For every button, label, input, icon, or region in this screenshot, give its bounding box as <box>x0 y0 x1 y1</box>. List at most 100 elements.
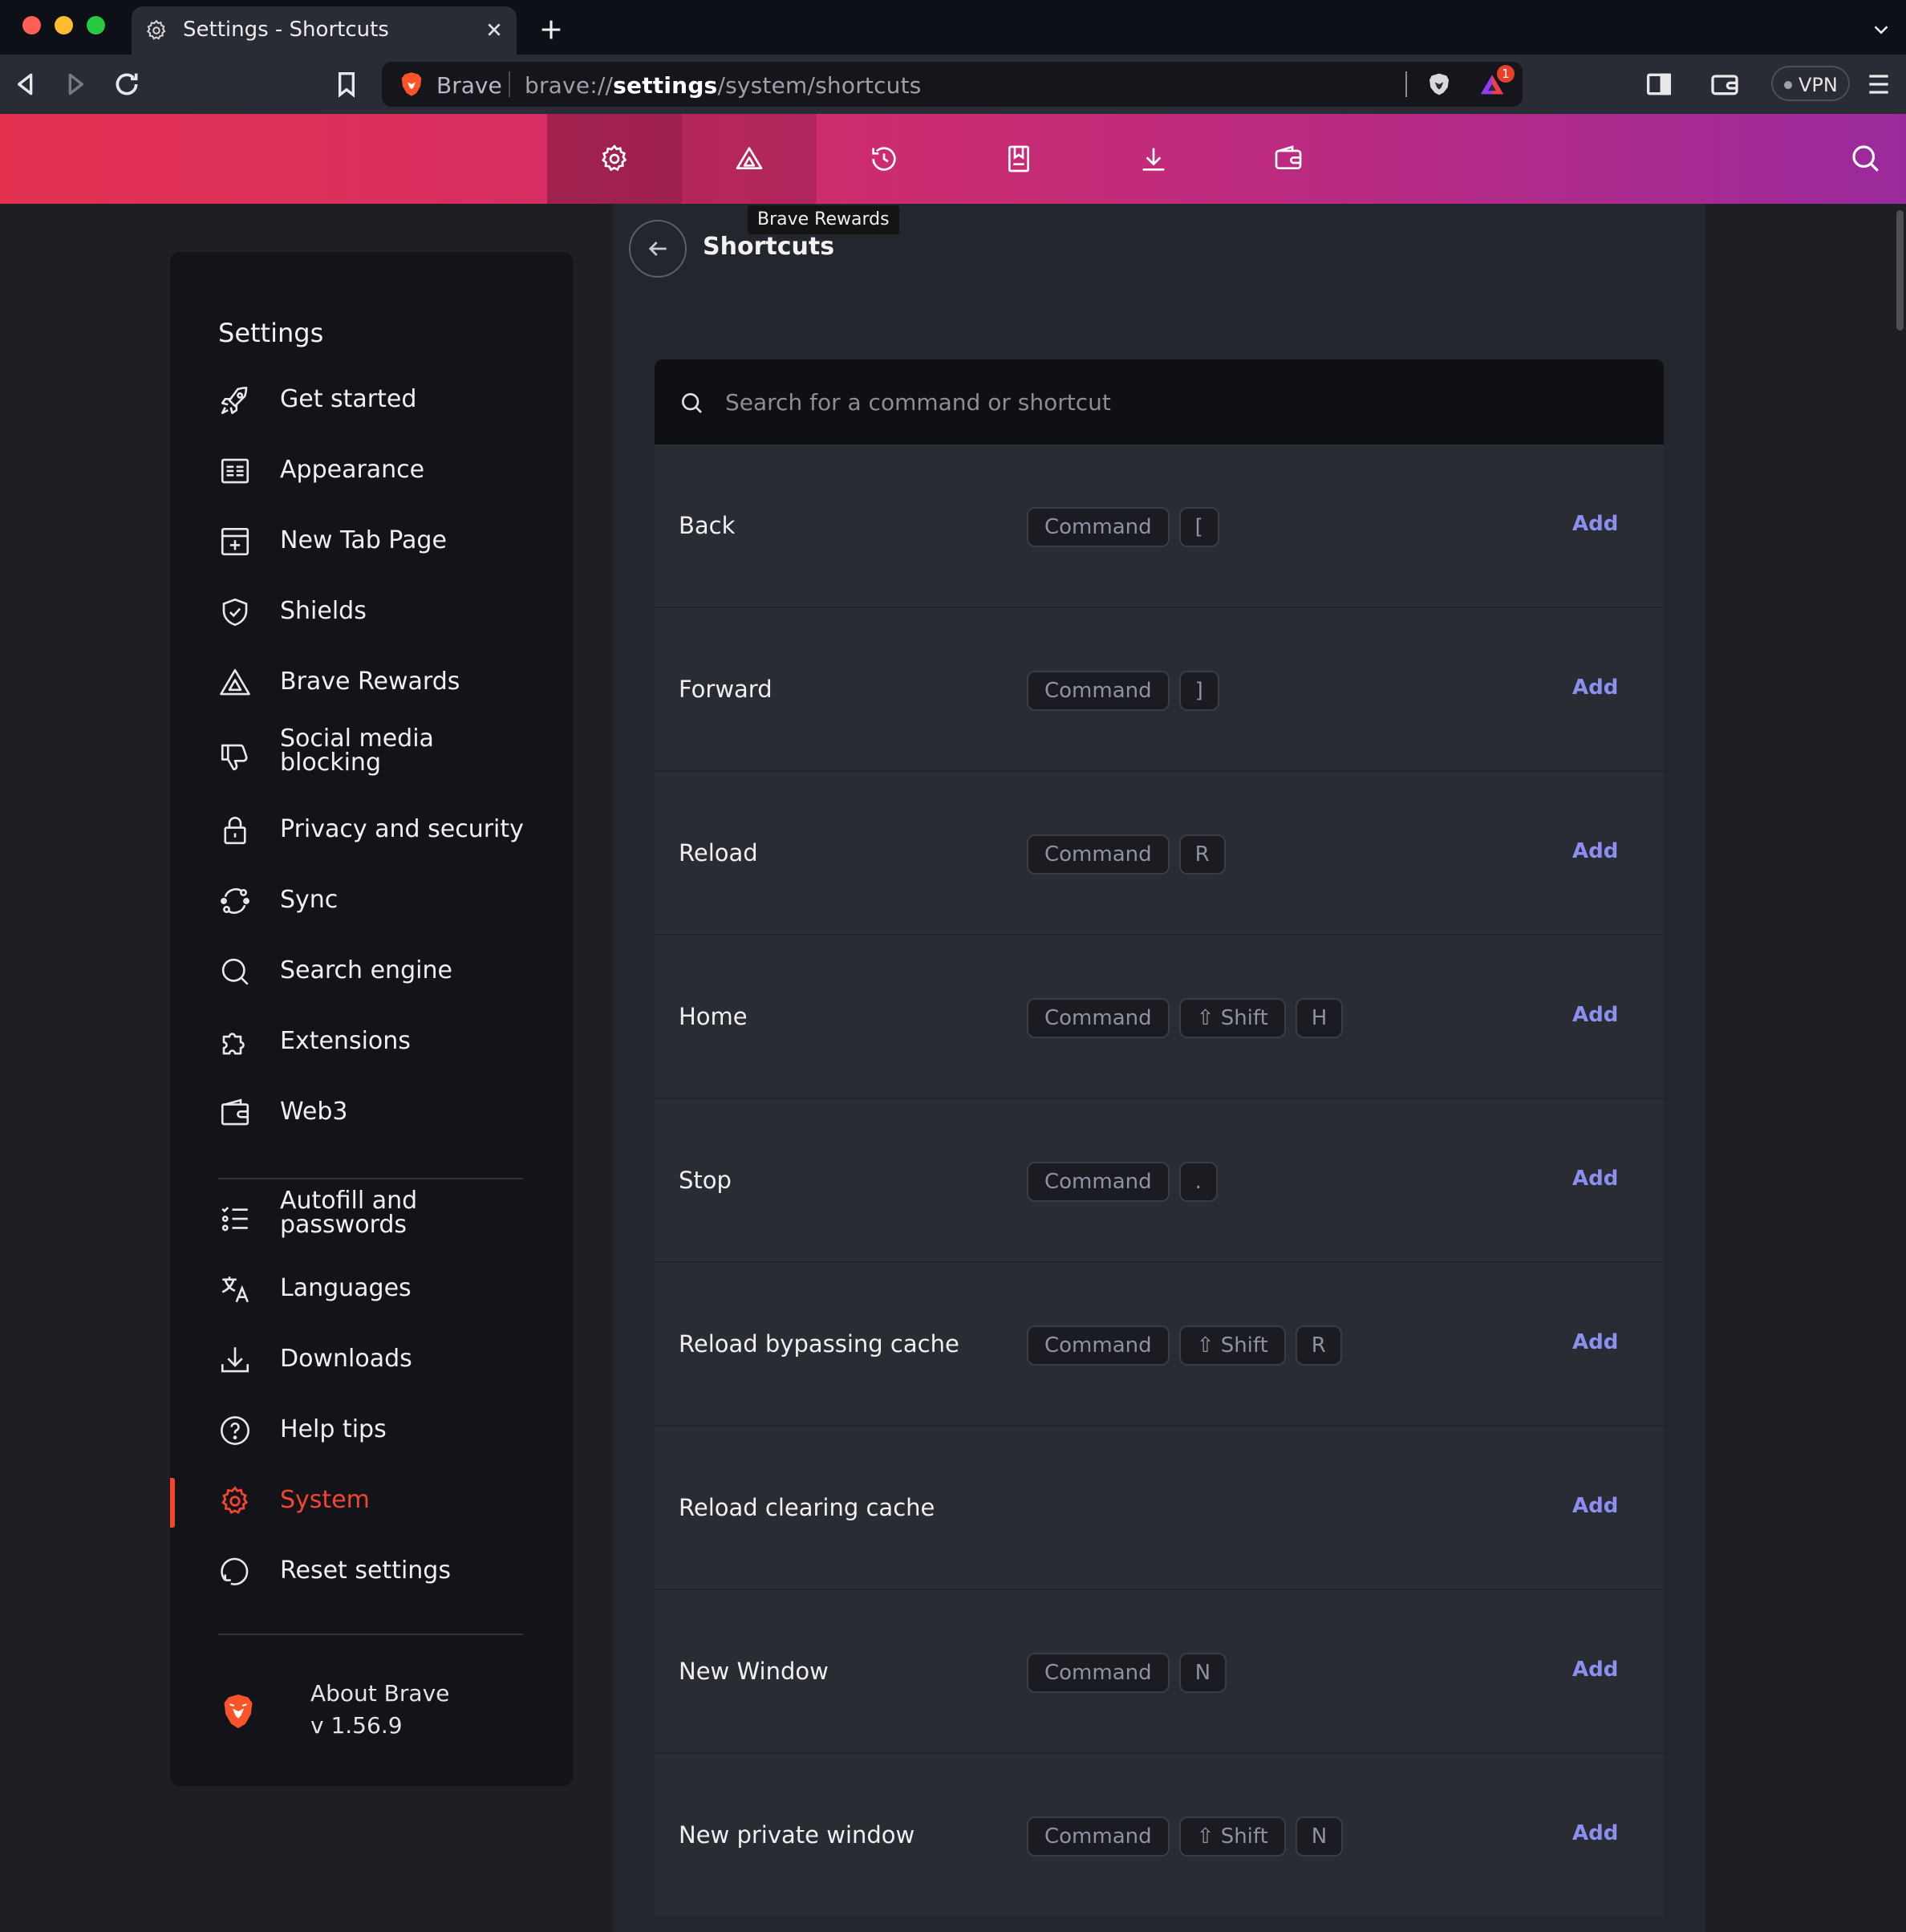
add-shortcut-button[interactable]: Add <box>1572 839 1618 863</box>
gear-icon <box>147 19 166 40</box>
search-input[interactable] <box>725 384 1608 420</box>
sidebar-item-extensions[interactable]: Extensions <box>170 1013 573 1070</box>
key-cap: Command <box>1027 1653 1170 1693</box>
shortcut-row: Reload bypassing cache Command ⇧ Shift R Add <box>655 1263 1664 1427</box>
new-tab-icon <box>221 527 249 556</box>
vpn-button[interactable]: VPN <box>1771 66 1850 101</box>
top-nav-rewards[interactable] <box>682 114 817 204</box>
bookmark-icon[interactable] <box>331 68 363 100</box>
sidebar-item-languages[interactable]: Languages <box>170 1260 573 1317</box>
key-cap: N <box>1295 1816 1344 1857</box>
zoom-window-button[interactable] <box>87 16 105 34</box>
shortcut-command-label: Back <box>679 512 736 539</box>
sidebar-item-new-tab-page[interactable]: New Tab Page <box>170 512 573 570</box>
page-title: Shortcuts <box>703 233 835 261</box>
sidebar-item-sync[interactable]: Sync <box>170 871 573 929</box>
sidebar-item-help-tips[interactable]: Help tips <box>170 1401 573 1459</box>
list-check-icon <box>221 1207 248 1232</box>
add-shortcut-button[interactable]: Add <box>1572 1330 1618 1354</box>
shortcut-row: Stop Command. Add <box>655 1099 1664 1263</box>
shortcut-command-label: New Window <box>679 1658 829 1685</box>
close-window-button[interactable] <box>22 16 41 34</box>
shortcut-keys[interactable]: Command N <box>1027 1653 1227 1693</box>
shortcut-row: Home Command ⇧ Shift H Add <box>655 936 1664 1099</box>
shortcut-keys[interactable]: Command] <box>1027 671 1219 711</box>
rocket-icon <box>221 386 248 415</box>
shortcut-command-label: Home <box>679 1003 748 1030</box>
shortcut-command-label: New private window <box>679 1821 915 1849</box>
key-cap: H <box>1295 998 1344 1038</box>
shortcut-row: Forward Command] Add <box>655 608 1664 772</box>
top-nav-wallet[interactable] <box>1221 114 1356 204</box>
key-cap: Command <box>1027 998 1170 1038</box>
sidebar-item-downloads[interactable]: Downloads <box>170 1330 573 1388</box>
sidebar-item-search-engine[interactable]: Search engine <box>170 942 573 1000</box>
shortcut-keys[interactable]: Command ⇧ Shift N <box>1027 1816 1344 1857</box>
sidebar-item-system[interactable]: System <box>170 1471 573 1529</box>
add-shortcut-button[interactable]: Add <box>1572 512 1618 536</box>
shortcut-list: Back Command[Add Forward Command] Add Reload C… <box>655 444 1664 1918</box>
chevron-down-icon[interactable] <box>1869 18 1893 42</box>
vpn-label: VPN <box>1799 74 1838 96</box>
settings-sidebar: Settings Get started Appearance New Tab … <box>170 252 573 1786</box>
tab-strip: Settings - Shortcuts <box>0 0 1906 55</box>
sidebar-item-appearance[interactable]: Appearance <box>170 441 573 499</box>
lock-icon <box>224 816 246 845</box>
brave-shields-icon[interactable] <box>1426 71 1452 97</box>
sidebar-divider <box>218 1178 523 1179</box>
scrollbar-track[interactable] <box>1893 204 1906 1932</box>
scrollbar-thumb[interactable] <box>1896 210 1904 331</box>
search-icon[interactable] <box>1848 141 1882 175</box>
add-shortcut-button[interactable]: Add <box>1572 676 1618 700</box>
close-icon[interactable] <box>481 17 507 43</box>
url-text[interactable]: brave://settings/system/shortcuts <box>525 72 922 99</box>
add-shortcut-button[interactable]: Add <box>1572 1167 1618 1191</box>
key-cap: N <box>1178 1653 1227 1693</box>
rewards-icon <box>220 668 250 696</box>
add-shortcut-button[interactable]: Add <box>1572 1658 1618 1682</box>
url-right-separator <box>1405 71 1407 97</box>
top-nav-downloads[interactable] <box>1086 114 1221 204</box>
shortcut-row: Reload clearing cache Add <box>655 1427 1664 1590</box>
minimize-window-button[interactable] <box>55 16 73 34</box>
sidebar-item-get-started[interactable]: Get started <box>170 371 573 428</box>
new-tab-plus-icon[interactable] <box>537 16 565 43</box>
reload-icon[interactable] <box>111 68 143 100</box>
brave-logo-icon <box>401 72 422 96</box>
help-icon <box>221 1416 249 1445</box>
sidebar-toggle-icon[interactable] <box>1643 68 1675 100</box>
sync-icon <box>221 888 249 914</box>
about-brave[interactable]: About Brave v 1.56.9 <box>170 1669 573 1765</box>
forward-icon[interactable] <box>59 68 91 100</box>
wallet-icon[interactable] <box>1709 68 1741 100</box>
shortcut-keys[interactable]: Command[ <box>1027 507 1219 547</box>
shortcut-keys[interactable]: Command ⇧ Shift R <box>1027 1325 1342 1366</box>
sidebar-item-privacy-and-security[interactable]: Privacy and security <box>170 801 573 858</box>
sidebar-item-autofill-and-passwords[interactable]: Autofill and passwords <box>170 1189 573 1247</box>
key-cap: Command <box>1027 1816 1170 1857</box>
rewards-icon <box>736 147 763 169</box>
add-shortcut-button[interactable]: Add <box>1572 1003 1618 1027</box>
sidebar-item-web3[interactable]: Web3 <box>170 1083 573 1141</box>
shortcut-keys[interactable]: Command ⇧ Shift H <box>1027 998 1344 1038</box>
sidebar-item-reset-settings[interactable]: Reset settings <box>170 1542 573 1600</box>
back-icon[interactable] <box>10 68 42 100</box>
top-nav-settings[interactable] <box>547 114 682 204</box>
sidebar-item-social-media-blocking[interactable]: Social media blocking <box>170 727 573 785</box>
add-shortcut-button[interactable]: Add <box>1572 1494 1618 1518</box>
top-nav-history[interactable] <box>817 114 951 204</box>
sidebar-item-brave-rewards[interactable]: Brave Rewards <box>170 653 573 711</box>
site-name: Brave <box>436 72 502 99</box>
add-shortcut-button[interactable]: Add <box>1572 1821 1618 1845</box>
shortcut-keys[interactable]: Command. <box>1027 1162 1218 1202</box>
tab-settings-shortcuts[interactable]: Settings - Shortcuts <box>132 6 517 55</box>
shortcut-search <box>655 359 1664 444</box>
top-nav-bookmarks[interactable] <box>951 114 1086 204</box>
address-bar[interactable]: Brave brave://settings/system/shortcuts … <box>382 62 1523 107</box>
back-button[interactable] <box>629 220 687 278</box>
sidebar-item-shields[interactable]: Shields <box>170 582 573 640</box>
shortcut-command-label: Forward <box>679 676 773 703</box>
hamburger-menu-icon[interactable] <box>1863 68 1895 100</box>
shortcut-keys[interactable]: Command R <box>1027 834 1226 875</box>
wallet-icon <box>221 1098 249 1126</box>
